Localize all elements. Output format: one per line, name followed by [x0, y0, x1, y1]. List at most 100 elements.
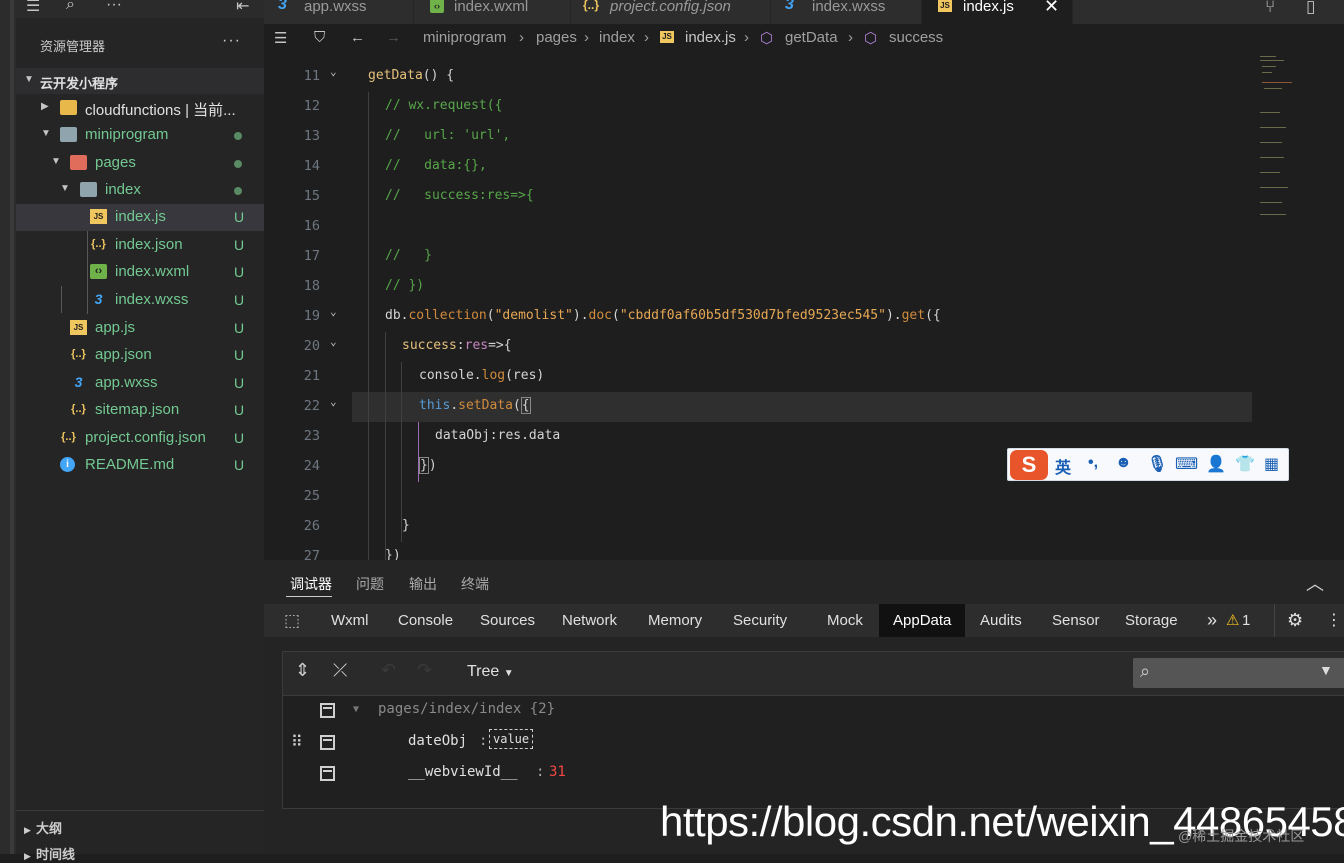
- collapse-node-icon[interactable]: [320, 735, 335, 750]
- sogou-logo-icon[interactable]: S: [1010, 450, 1048, 480]
- tree-item-index-wxss[interactable]: 3 index.wxss U: [16, 287, 264, 314]
- fold-chevron-icon[interactable]: ⌄: [330, 305, 337, 318]
- explorer-more-button[interactable]: ···: [222, 32, 241, 50]
- keyboard-icon[interactable]: ⌨: [1175, 454, 1198, 474]
- appdata-search-input[interactable]: [1133, 658, 1344, 688]
- tab-terminal[interactable]: 终端: [461, 574, 489, 594]
- emoji-icon[interactable]: ☻: [1115, 454, 1132, 472]
- breadcrumb-item[interactable]: getData: [785, 29, 838, 46]
- tree-item-index-folder[interactable]: ▼ index: [16, 177, 264, 204]
- tab-audits[interactable]: Audits: [966, 604, 1036, 637]
- forward-arrow-icon[interactable]: →: [386, 29, 401, 46]
- collapse-node-icon[interactable]: [320, 766, 335, 781]
- tab-label: index.wxss: [812, 0, 886, 15]
- tab-security[interactable]: Security: [719, 604, 801, 637]
- tree-item-index-json[interactable]: {..} index.json U: [16, 232, 264, 259]
- tab-index-wxml[interactable]: ‹› index.wxml: [414, 0, 571, 24]
- tab-sources[interactable]: Sources: [466, 604, 549, 637]
- collapse-all-icon[interactable]: ⤫: [333, 660, 347, 681]
- breadcrumb-item[interactable]: index.js: [685, 29, 736, 46]
- tab-index-js[interactable]: JS index.js ✕: [922, 0, 1073, 24]
- tab-network[interactable]: Network: [548, 604, 631, 637]
- js-icon: JS: [938, 0, 952, 12]
- tab-output[interactable]: 输出: [409, 574, 437, 594]
- menu-icon[interactable]: ☰: [26, 0, 40, 16]
- tab-project-config[interactable]: {..} project.config.json: [571, 0, 771, 24]
- tab-storage[interactable]: Storage: [1111, 604, 1192, 637]
- tree-item-pages[interactable]: ▼ pages: [16, 150, 264, 177]
- settings-gear-icon[interactable]: ⚙: [1274, 604, 1315, 637]
- tree-item-app-js[interactable]: JS app.js U: [16, 315, 264, 342]
- tree-item-readme[interactable]: i README.md U: [16, 452, 264, 479]
- tree-row-dateobj[interactable]: ⠿ dateObj : value: [283, 728, 1343, 758]
- tree-item-app-wxss[interactable]: 3 app.wxss U: [16, 370, 264, 397]
- line-number: 14: [303, 158, 320, 174]
- expand-all-icon[interactable]: ⇕: [295, 660, 310, 681]
- tab-app-wxss[interactable]: 3 app.wxss: [264, 0, 414, 24]
- tree-item-sitemap-json[interactable]: {..} sitemap.json U: [16, 397, 264, 424]
- tree-item-project-config[interactable]: {..} project.config.json U: [16, 425, 264, 452]
- split-editor-icon[interactable]: ▯: [1306, 0, 1315, 17]
- toolbox-icon[interactable]: ▦: [1264, 454, 1279, 474]
- tree-item-cloudfunctions[interactable]: ▶ cloudfunctions | 当前...: [16, 95, 264, 122]
- chevron-up-icon[interactable]: ︿: [1306, 570, 1324, 596]
- tree-root-row[interactable]: ▼ pages/index/index {2}: [283, 696, 1343, 726]
- number-value[interactable]: 31: [549, 764, 566, 780]
- tab-appdata[interactable]: AppData: [879, 604, 966, 637]
- back-arrow-icon[interactable]: ←: [350, 29, 365, 46]
- close-tab-icon[interactable]: ✕: [1044, 0, 1059, 17]
- tab-mock[interactable]: Mock: [813, 604, 877, 637]
- value-input[interactable]: value: [489, 729, 534, 749]
- tab-problems[interactable]: 问题: [356, 574, 384, 594]
- tab-sensor[interactable]: Sensor: [1038, 604, 1114, 637]
- folder-open-icon: [80, 182, 97, 197]
- gutter-scrollbar[interactable]: [10, 0, 14, 854]
- ime-toolbar[interactable]: S 英 •, ☻ 🎙 ⌨ 👤 👕 ▦: [1007, 448, 1289, 481]
- skin-icon[interactable]: 👕: [1235, 454, 1255, 474]
- more-icon[interactable]: ···: [106, 0, 122, 14]
- view-mode-select[interactable]: Tree ▼: [467, 663, 514, 681]
- bookmark-icon[interactable]: ⛉: [314, 29, 325, 46]
- tree-item-miniprogram[interactable]: ▼ miniprogram: [16, 122, 264, 149]
- outline-section[interactable]: ▶ 大纲: [24, 818, 62, 837]
- code-editor[interactable]: }) 11 12 13 14 15 16 17 18 19 20 21 22 2…: [264, 52, 1344, 560]
- drag-handle-icon[interactable]: ⠿: [291, 732, 303, 751]
- project-header[interactable]: ▼ 云开发小程序: [16, 68, 264, 94]
- code-line: getData() {: [368, 68, 455, 83]
- fold-chevron-icon[interactable]: ⌄: [330, 395, 337, 408]
- line-number: 15: [303, 188, 320, 204]
- source-control-icon[interactable]: ⑂: [1265, 0, 1275, 17]
- minimap[interactable]: [1256, 52, 1296, 232]
- tab-memory[interactable]: Memory: [634, 604, 716, 637]
- fold-chevron-icon[interactable]: ⌄: [330, 65, 337, 78]
- breadcrumb-item[interactable]: miniprogram: [423, 29, 506, 46]
- ime-language-toggle[interactable]: 英: [1055, 454, 1071, 478]
- json-icon: {..}: [583, 0, 600, 12]
- collapse-panel-icon[interactable]: ⇤: [236, 0, 249, 16]
- tree-item-index-wxml[interactable]: ‹› index.wxml U: [16, 259, 264, 286]
- chevron-down-icon[interactable]: ▼: [1319, 662, 1333, 678]
- tab-wxml[interactable]: Wxml: [317, 604, 383, 637]
- breadcrumb-item[interactable]: index: [599, 29, 635, 46]
- kebab-menu-icon[interactable]: ⋮: [1318, 604, 1344, 637]
- search-icon[interactable]: ⌕: [66, 0, 75, 14]
- tree-item-app-json[interactable]: {..} app.json U: [16, 342, 264, 369]
- microphone-icon[interactable]: 🎙: [1147, 454, 1167, 474]
- punctuation-icon[interactable]: •,: [1088, 454, 1098, 472]
- breadcrumb-item[interactable]: success: [889, 29, 943, 46]
- redo-icon[interactable]: ↷: [417, 660, 432, 681]
- fold-chevron-icon[interactable]: ⌄: [330, 335, 337, 348]
- inspect-cursor-icon[interactable]: ⬚: [270, 604, 314, 637]
- undo-icon[interactable]: ↶: [381, 660, 396, 681]
- modified-dot: [234, 132, 242, 140]
- tree-item-index-js[interactable]: JS index.js U: [16, 204, 264, 231]
- tab-debugger[interactable]: 调试器: [290, 574, 332, 594]
- collapse-node-icon[interactable]: [320, 703, 335, 718]
- breadcrumb-item[interactable]: pages: [536, 29, 577, 46]
- tree-row-webviewid[interactable]: __webviewId__ : 31: [283, 759, 1343, 789]
- tab-console[interactable]: Console: [384, 604, 467, 637]
- toggle-outline-icon[interactable]: ☰: [274, 29, 287, 47]
- user-icon[interactable]: 👤: [1206, 454, 1226, 474]
- tab-index-wxss[interactable]: 3 index.wxss: [771, 0, 922, 24]
- code-line: this.setData({: [419, 397, 531, 414]
